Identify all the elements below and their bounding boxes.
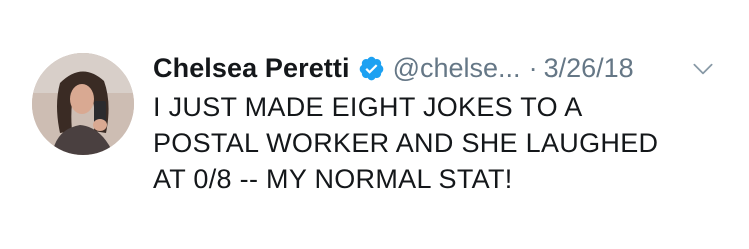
author-handle[interactable]: @chelse... <box>393 53 521 84</box>
author-name[interactable]: Chelsea Peretti <box>153 53 350 84</box>
tweet-date[interactable]: 3/26/18 <box>544 53 634 84</box>
profile-photo <box>32 53 134 155</box>
avatar[interactable] <box>32 53 134 155</box>
tweet-text: I JUST MADE EIGHT JOKES TO A POSTAL WORK… <box>153 89 713 197</box>
verified-badge-icon <box>358 55 385 82</box>
chevron-down-icon[interactable] <box>690 56 716 82</box>
tweet[interactable]: Chelsea Peretti @chelse... · 3/26/18 I J… <box>0 0 749 249</box>
tweet-text-line: POSTAL WORKER AND SHE LAUGHED <box>153 128 659 158</box>
tweet-header: Chelsea Peretti @chelse... · 3/26/18 <box>153 50 634 86</box>
tweet-text-line: AT 0/8 -- MY NORMAL STAT! <box>153 164 513 194</box>
separator-dot: · <box>528 52 538 83</box>
tweet-text-line: I JUST MADE EIGHT JOKES TO A <box>153 92 583 122</box>
